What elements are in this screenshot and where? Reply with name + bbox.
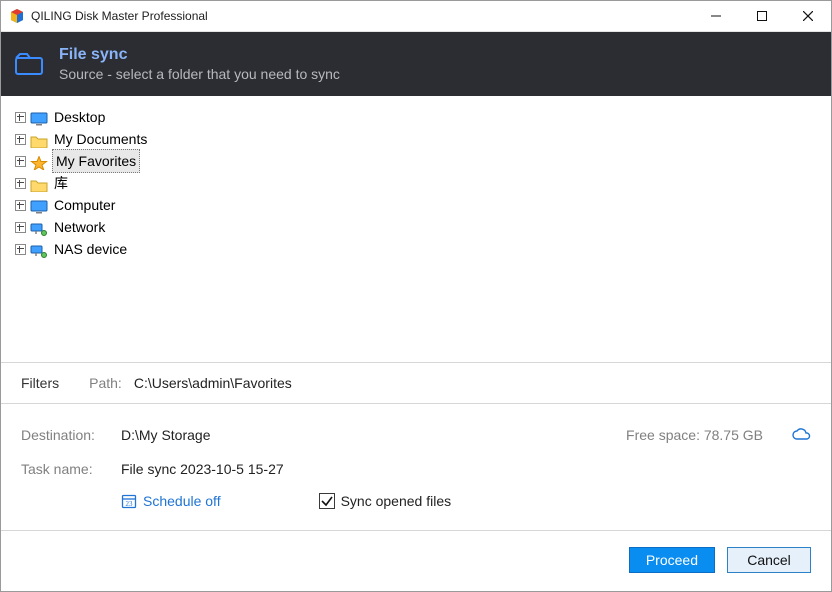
expand-icon[interactable]	[15, 200, 26, 211]
sync-folder-icon	[15, 53, 45, 77]
tree-node-label: Network	[52, 216, 107, 238]
expand-icon[interactable]	[15, 244, 26, 255]
folder-tree[interactable]: DesktopMy DocumentsMy Favorites库Computer…	[1, 96, 831, 362]
close-button[interactable]	[785, 1, 831, 31]
tree-node-my-favorites[interactable]: My Favorites	[15, 150, 831, 172]
tree-node-label: My Favorites	[52, 149, 140, 173]
network-icon	[30, 242, 48, 256]
svg-text:23: 23	[126, 500, 134, 508]
tree-node--[interactable]: 库	[15, 172, 831, 194]
schedule-button[interactable]: Schedule off	[143, 493, 221, 509]
page-header: File sync Source - select a folder that …	[1, 32, 831, 96]
minimize-button[interactable]	[693, 1, 739, 31]
tree-node-label: 库	[52, 172, 70, 194]
tree-node-label: Desktop	[52, 106, 107, 128]
calendar-icon: 23	[121, 493, 137, 509]
sync-opened-checkbox[interactable]	[319, 493, 335, 509]
tree-node-label: My Documents	[52, 128, 149, 150]
destination-value[interactable]: D:\My Storage	[121, 427, 210, 443]
footer: Proceed Cancel	[1, 531, 831, 591]
freespace-label: Free space: 78.75 GB	[626, 427, 763, 443]
titlebar: QILING Disk Master Professional	[1, 1, 831, 32]
expand-icon[interactable]	[15, 222, 26, 233]
path-value: C:\Users\admin\Favorites	[134, 375, 292, 391]
tree-node-label: NAS device	[52, 238, 129, 260]
tree-node-my-documents[interactable]: My Documents	[15, 128, 831, 150]
sync-opened-label: Sync opened files	[341, 493, 452, 509]
page-subtitle: Source - select a folder that you need t…	[59, 65, 340, 83]
monitor-icon	[30, 110, 48, 124]
expand-icon[interactable]	[15, 134, 26, 145]
tree-node-desktop[interactable]: Desktop	[15, 106, 831, 128]
page-title: File sync	[59, 45, 340, 65]
taskname-value[interactable]: File sync 2023-10-5 15-27	[121, 461, 284, 477]
folder-icon	[30, 132, 48, 146]
maximize-button[interactable]	[739, 1, 785, 31]
app-window: QILING Disk Master Professional File syn…	[0, 0, 832, 592]
proceed-button[interactable]: Proceed	[629, 547, 715, 573]
filters-row: Filters Path: C:\Users\admin\Favorites	[1, 362, 831, 404]
folder-icon	[30, 176, 48, 190]
tree-node-nas-device[interactable]: NAS device	[15, 238, 831, 260]
destination-label: Destination:	[21, 427, 121, 443]
taskname-label: Task name:	[21, 461, 121, 477]
expand-icon[interactable]	[15, 156, 26, 167]
tree-node-network[interactable]: Network	[15, 216, 831, 238]
tree-node-label: Computer	[52, 194, 117, 216]
filters-button[interactable]: Filters	[21, 375, 59, 391]
cancel-button[interactable]: Cancel	[727, 547, 811, 573]
path-label: Path:	[89, 375, 122, 391]
monitor-icon	[30, 198, 48, 212]
cloud-storage-icon[interactable]	[791, 428, 811, 442]
expand-icon[interactable]	[15, 178, 26, 189]
destination-block: Destination: D:\My Storage Free space: 7…	[1, 404, 831, 531]
titlebar-title: QILING Disk Master Professional	[31, 9, 208, 23]
app-icon	[9, 8, 25, 24]
tree-node-computer[interactable]: Computer	[15, 194, 831, 216]
expand-icon[interactable]	[15, 112, 26, 123]
network-icon	[30, 220, 48, 234]
star-icon	[30, 154, 48, 168]
